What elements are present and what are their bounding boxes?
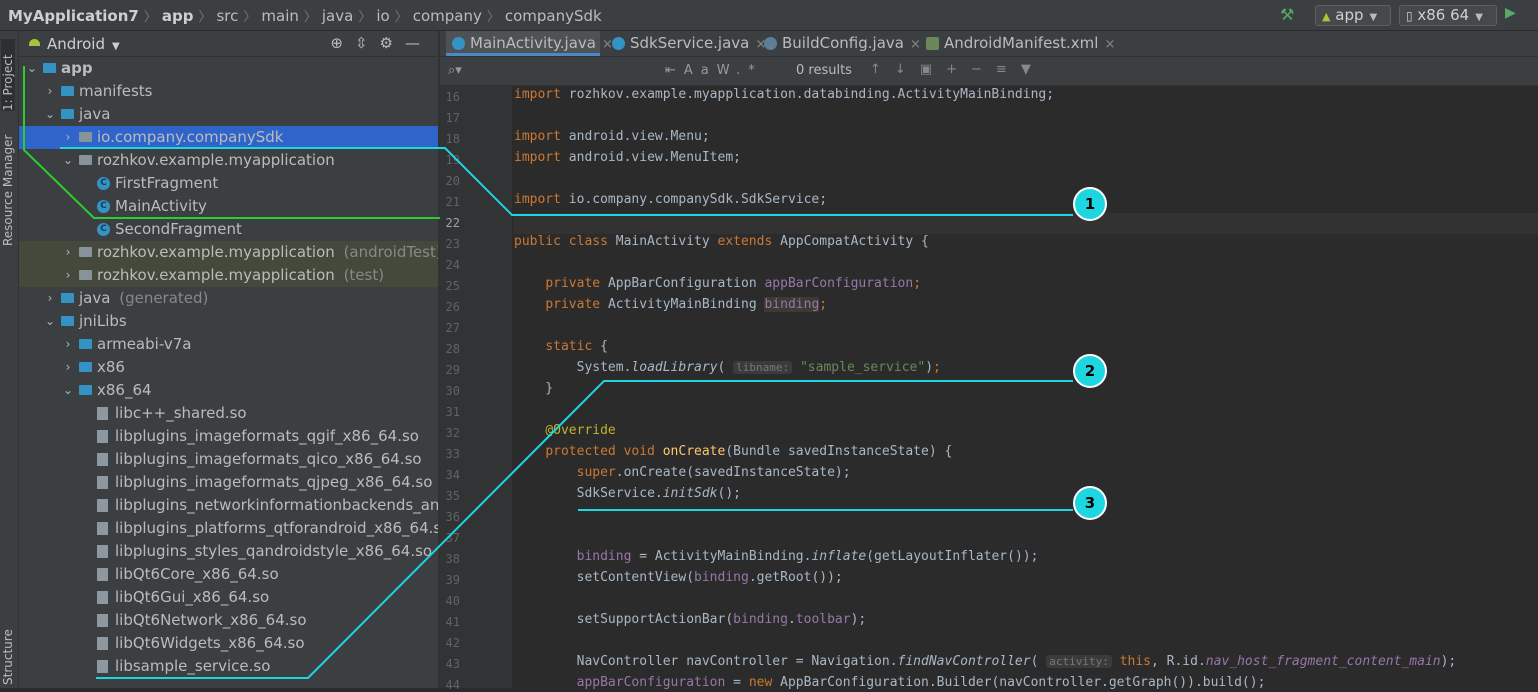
connector-2 (96, 380, 1073, 679)
connector-1 (60, 147, 1073, 216)
callout-badge: 1 (1073, 187, 1107, 221)
connector-green (23, 66, 440, 219)
callout-lines (23, 66, 1073, 679)
callout-badge: 3 (1073, 486, 1107, 520)
callout-badge: 2 (1073, 354, 1107, 388)
